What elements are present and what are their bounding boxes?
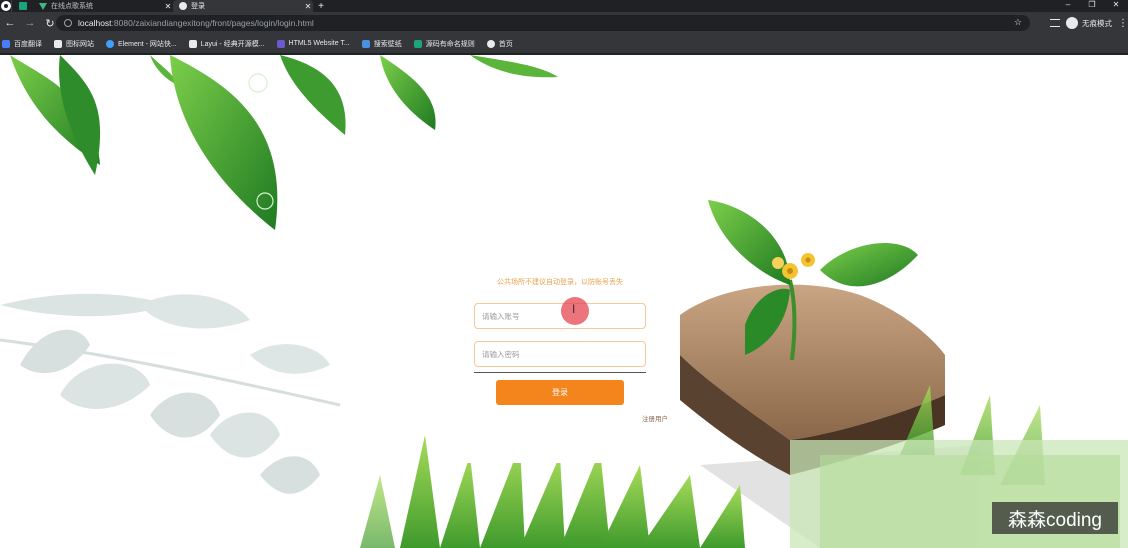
vue-favicon-icon (39, 2, 47, 10)
bookmark-favicon-icon (2, 39, 10, 48)
bookmark-item[interactable]: HTML5 Website T... (276, 39, 350, 48)
back-arrow-icon[interactable]: ← (0, 13, 20, 33)
incognito-indicator[interactable]: 无痕模式 (1066, 17, 1112, 29)
new-tab-button[interactable]: + (313, 1, 329, 12)
text-cursor-icon: I (572, 302, 576, 316)
bookmark-item[interactable]: 首页 (486, 39, 513, 49)
flag-icon (54, 39, 62, 48)
url-host: localhost (78, 18, 112, 28)
kebab-menu-icon[interactable]: ⋮ (1118, 18, 1128, 29)
window-controls: – ❐ ✕ (1056, 0, 1128, 12)
watermark: 森森coding (992, 502, 1118, 534)
pinned-tab-icon (18, 2, 27, 10)
bookmark-item[interactable]: Layui - 经典开源模... (188, 39, 265, 49)
globe-favicon-icon (179, 2, 187, 10)
bookmark-label: 搜索壁纸 (373, 40, 402, 48)
browser-toolbar: ← → ↻ localhost:8080/zaixiandiangexitong… (0, 12, 1128, 34)
form-divider (474, 372, 646, 373)
bookmark-item[interactable]: 源码有命名规则 (413, 39, 475, 49)
incognito-label: 无痕模式 (1082, 18, 1112, 28)
bookmark-label: Element - 网站快... (118, 40, 177, 48)
username-input[interactable] (474, 303, 646, 329)
tab-title: 在线点歌系统 (51, 3, 93, 10)
bookmarks-bar: 百度翻译 图标网站 Element - 网站快... Layui - 经典开源模… (0, 34, 1128, 54)
faded-branch-illustration (0, 293, 341, 494)
register-link[interactable]: 注册用户 (642, 413, 668, 423)
login-button[interactable]: 登录 (496, 380, 624, 405)
globe-icon (486, 39, 495, 48)
tab-title: 登录 (191, 3, 205, 10)
chrome-logo-icon (1, 1, 11, 11)
bookmark-item[interactable]: 搜索壁纸 (361, 39, 402, 49)
login-page: 公共场所不建议自动登录，以防账号丢失 登录 注册用户 I 森森coding (0, 55, 1128, 548)
tab-strip: 在线点歌系统 ✕ 登录 ✕ + – ❐ ✕ (0, 0, 1128, 12)
bookmark-item[interactable]: 图标网站 (54, 39, 94, 49)
login-notice: 公共场所不建议自动登录，以防账号丢失 (497, 279, 623, 286)
tab-login[interactable]: 登录 ✕ (173, 0, 313, 12)
close-tab-icon[interactable]: ✕ (303, 2, 313, 11)
bookmark-label: 首页 (498, 40, 513, 48)
minimize-icon[interactable]: – (1056, 0, 1080, 12)
media-control-icon[interactable] (1050, 19, 1060, 27)
bookmark-label: 百度翻译 (14, 40, 42, 48)
url-path: :8080/zaixiandiangexitong/front/pages/lo… (111, 18, 314, 28)
site-info-icon[interactable] (64, 19, 72, 27)
password-input[interactable] (474, 341, 646, 367)
pinned-tab[interactable] (11, 0, 33, 12)
forward-arrow-icon[interactable]: → (20, 13, 40, 33)
bookmark-label: HTML5 Website T... (288, 40, 350, 47)
maximize-icon[interactable]: ❐ (1080, 0, 1104, 12)
layui-favicon-icon (188, 39, 197, 48)
bookmark-label: 图标网站 (66, 40, 94, 48)
toolbar-right: 无痕模式 ⋮ (1050, 15, 1128, 31)
naming-favicon-icon (413, 39, 422, 48)
login-card: 公共场所不建议自动登录，以防账号丢失 登录 注册用户 I (440, 267, 680, 463)
incognito-avatar-icon (1066, 17, 1078, 29)
hanging-leaves-illustration (10, 55, 558, 230)
close-tab-icon[interactable]: ✕ (163, 2, 173, 11)
wallpaper-favicon-icon (361, 39, 370, 48)
bookmark-label: 源码有命名规则 (425, 40, 475, 48)
address-bar[interactable]: localhost:8080/zaixiandiangexitong/front… (56, 15, 1030, 31)
bookmark-item[interactable]: Element - 网站快... (106, 39, 177, 49)
tab-song-system[interactable]: 在线点歌系统 ✕ (33, 0, 173, 12)
element-favicon-icon (106, 39, 114, 48)
close-window-icon[interactable]: ✕ (1104, 0, 1128, 12)
bookmark-star-icon[interactable]: ☆ (1014, 17, 1022, 28)
html5-favicon-icon (276, 39, 285, 48)
bookmark-item[interactable]: 百度翻译 (2, 39, 42, 49)
bookmark-label: Layui - 经典开源模... (200, 40, 265, 48)
